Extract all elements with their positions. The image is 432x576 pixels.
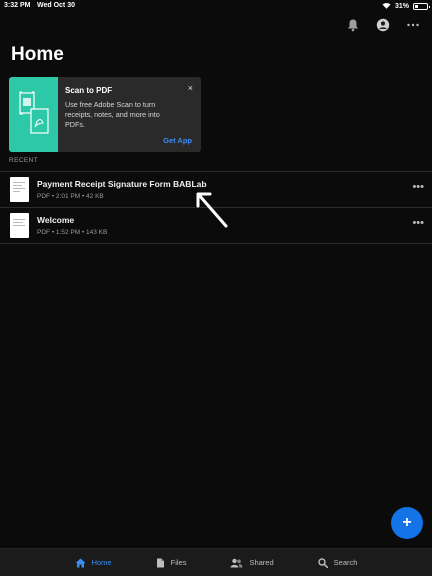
tab-label: Shared <box>249 558 274 567</box>
status-right: 31% <box>382 2 430 11</box>
account-icon[interactable] <box>376 18 390 32</box>
file-meta: PDF • 2:01 PM • 42 KB <box>37 193 104 200</box>
status-bar: 3:32 PM Wed Oct 30 31% <box>0 0 432 12</box>
file-thumbnail <box>10 213 29 238</box>
more-icon[interactable] <box>406 18 420 32</box>
tab-label: Home <box>91 558 112 567</box>
battery-icon <box>413 3 430 10</box>
status-date: Wed Oct 30 <box>37 2 75 9</box>
file-size: 143 KB <box>86 229 108 236</box>
search-icon <box>317 557 328 568</box>
scan-promo-card[interactable]: Scan to PDF Use free Adobe Scan to turn … <box>9 77 201 152</box>
tab-shared[interactable]: Shared <box>230 558 274 568</box>
promo-title: Scan to PDF <box>65 86 113 95</box>
file-type: PDF <box>37 193 50 200</box>
file-name: Welcome <box>37 215 75 225</box>
get-app-button[interactable]: Get App <box>163 136 192 145</box>
tab-search[interactable]: Search <box>317 557 358 568</box>
header-actions <box>346 18 420 32</box>
bell-icon[interactable] <box>346 18 360 32</box>
promo-illustration <box>9 77 58 152</box>
recent-section-label: RECENT <box>9 157 39 164</box>
file-meta: PDF • 1:52 PM • 143 KB <box>37 229 107 236</box>
more-icon[interactable]: ••• <box>412 218 424 229</box>
file-time: 1:52 PM <box>55 229 81 236</box>
create-button[interactable]: + <box>391 507 423 539</box>
battery-percent: 31% <box>394 3 409 10</box>
more-icon[interactable]: ••• <box>412 182 424 193</box>
tab-label: Search <box>333 558 358 567</box>
home-icon <box>75 558 86 567</box>
shared-icon <box>230 558 243 567</box>
status-time: 3:32 PM <box>4 2 31 9</box>
tab-label: Files <box>170 558 187 567</box>
tab-files[interactable]: Files <box>156 558 187 568</box>
promo-body: Use free Adobe Scan to turn receipts, no… <box>65 100 160 129</box>
page-title: Home <box>11 44 64 65</box>
tab-bar: Home Files Shared Search <box>0 548 432 576</box>
wifi-icon <box>382 2 391 11</box>
battery-fill <box>415 5 419 8</box>
files-icon <box>156 558 164 567</box>
file-name: Payment Receipt Signature Form BABLab <box>37 179 207 189</box>
file-time: 2:01 PM <box>55 193 81 200</box>
tab-home[interactable]: Home <box>75 558 112 568</box>
file-type: PDF <box>37 229 50 236</box>
annotation-arrow-icon <box>196 192 228 228</box>
close-icon[interactable]: × <box>188 83 193 93</box>
file-thumbnail <box>10 177 29 202</box>
file-size: 42 KB <box>86 193 104 200</box>
